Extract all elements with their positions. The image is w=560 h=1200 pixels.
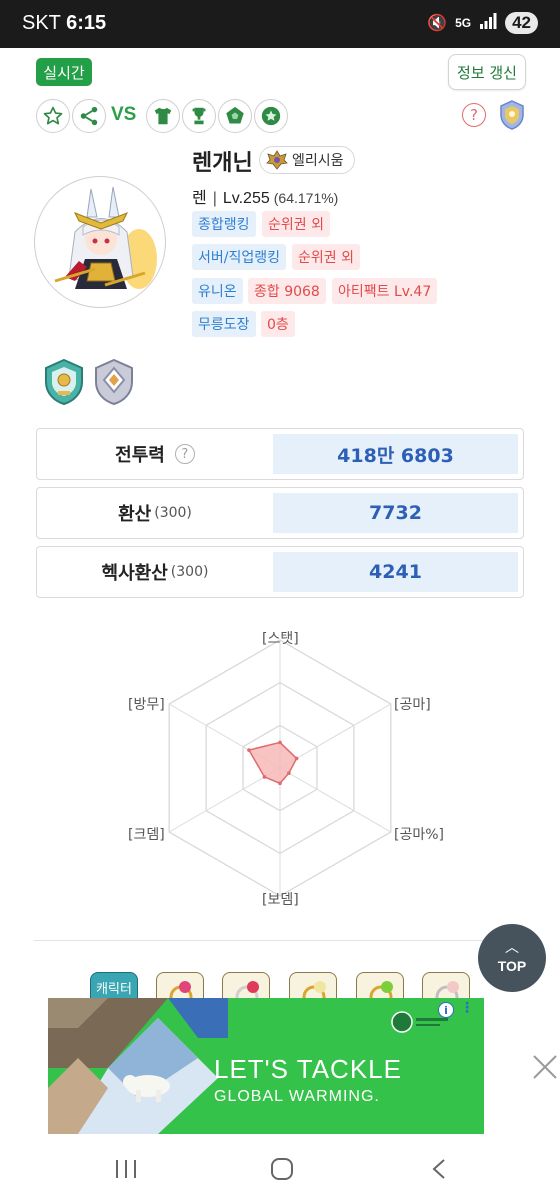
guild-emblem-icon	[266, 150, 288, 170]
refresh-info-button[interactable]: 정보 갱신	[448, 54, 526, 90]
exp-percent: (64.171%)	[273, 190, 339, 206]
stat-hexa-conversion: 헥사환산 (300) 4241	[36, 546, 524, 598]
radar-label-attack-percent: [공마%]	[394, 827, 444, 843]
stat-radar-chart	[168, 639, 392, 897]
status-bar: SKT 6:15 🔇 5G 42	[0, 0, 560, 48]
radar-label-crit-damage: [크뎀]	[128, 827, 165, 843]
ad-title: LET'S TACKLE	[214, 1054, 402, 1084]
character-avatar	[34, 176, 166, 308]
radar-point	[287, 771, 291, 775]
home-icon[interactable]	[270, 1158, 294, 1180]
stat-label: 환산 (300)	[37, 488, 273, 538]
symbol-button[interactable]	[218, 99, 252, 133]
tag-mureung[interactable]: 무릉도장	[192, 311, 256, 337]
share-icon	[80, 106, 98, 126]
status-carrier-time: SKT 6:15	[22, 12, 106, 35]
stat-conversion: 환산 (300) 7732	[36, 487, 524, 539]
mute-icon: 🔇	[427, 15, 448, 32]
radar-value-shape	[247, 741, 298, 785]
top-label: TOP	[497, 958, 527, 974]
guild-name: 엘리시움	[292, 153, 344, 169]
hexa-conversion-label: 헥사환산	[101, 563, 168, 584]
trophy-icon	[192, 107, 206, 125]
tag-server-job-ranking-value: 순위권 외	[292, 244, 360, 270]
legion-badge-icon	[45, 358, 83, 406]
hexa-conversion-sub: (300)	[170, 564, 209, 580]
job-name: 렌	[192, 190, 207, 207]
status-icons: 🔇 5G 42	[427, 12, 538, 34]
star-outline-icon	[43, 106, 63, 125]
radar-axis	[279, 767, 392, 833]
rank-badge-icon	[95, 358, 133, 406]
skill-button[interactable]	[254, 99, 288, 133]
level-line: 렌 | Lv.255 (64.171%)	[192, 184, 338, 208]
tag-overall-ranking[interactable]: 종합랭킹	[192, 211, 256, 237]
vs-compare-button[interactable]: VS	[111, 104, 136, 126]
stat-label: 전투력 ?	[37, 429, 273, 479]
network-label: 5G	[455, 16, 472, 30]
live-button[interactable]: 실시간	[36, 58, 92, 86]
shirt-icon	[154, 107, 172, 125]
ad-banner[interactable]: i ⋮ LET'S TACKLE GLOBAL WARMING.	[48, 998, 484, 1134]
stat-combat-power: 전투력 ? 418만 6803	[36, 428, 524, 480]
ad-info-icon[interactable]: i	[438, 1002, 454, 1018]
combat-power-value: 418만 6803	[273, 434, 518, 474]
recent-apps-icon[interactable]	[114, 1158, 138, 1180]
ad-more-icon[interactable]: ⋮	[460, 1000, 474, 1016]
hexa-conversion-value: 4241	[273, 552, 518, 592]
ad-subtitle: GLOBAL WARMING.	[214, 1088, 380, 1105]
favorite-button[interactable]	[36, 99, 70, 133]
radar-label-boss-damage: [보뎀]	[262, 892, 299, 908]
star-circle-icon	[261, 106, 281, 126]
level-separator: |	[212, 190, 217, 207]
tag-artifact-value: 아티팩트 Lv.47	[332, 278, 438, 304]
tag-mureung-value: 0층	[261, 311, 295, 337]
combat-power-label: 전투력	[115, 445, 165, 466]
share-button[interactable]	[72, 99, 106, 133]
radar-label-attack: [공마]	[394, 697, 431, 713]
radar-point	[278, 781, 282, 786]
battery-indicator: 42	[505, 12, 538, 34]
radar-point	[262, 775, 267, 779]
conversion-value: 7732	[273, 493, 518, 533]
stat-label: 헥사환산 (300)	[37, 547, 273, 597]
carrier: SKT	[22, 12, 61, 34]
chevron-up-icon: ︿	[505, 940, 519, 956]
section-divider	[34, 940, 526, 941]
radar-label-stat: [스탯]	[262, 631, 299, 647]
clock: 6:15	[66, 12, 107, 34]
help-icon[interactable]: ?	[174, 444, 195, 464]
tag-union[interactable]: 유니온	[192, 278, 243, 304]
level-value: Lv.255	[222, 190, 270, 207]
ad-close-icon[interactable]	[530, 1052, 560, 1082]
polar-bear-image	[48, 998, 228, 1134]
help-icon[interactable]: ?	[462, 103, 486, 127]
achievement-badge-icon[interactable]	[498, 100, 526, 130]
radar-point	[247, 748, 251, 752]
tag-overall-ranking-value: 순위권 외	[262, 211, 330, 237]
radar-point	[278, 740, 282, 745]
equipment-button[interactable]	[146, 99, 180, 133]
tag-server-job-ranking[interactable]: 서버/직업랭킹	[192, 244, 286, 270]
back-icon[interactable]	[428, 1158, 452, 1180]
union-button[interactable]	[182, 99, 216, 133]
system-nav-bar	[0, 1140, 560, 1200]
pentagon-icon	[226, 106, 244, 124]
signal-icon	[479, 12, 497, 34]
radar-point	[294, 756, 299, 761]
character-sprite-icon	[54, 186, 157, 289]
guild-badge[interactable]: 엘리시움	[259, 146, 355, 174]
character-name: 렌개닌	[192, 151, 253, 176]
radar-label-ignore-defense: [방무]	[128, 697, 165, 713]
scroll-to-top-button[interactable]: ︿ TOP	[478, 924, 546, 992]
tag-union-value: 종합 9068	[248, 278, 326, 304]
conversion-sub: (300)	[154, 505, 192, 521]
conversion-label: 환산	[118, 504, 152, 525]
